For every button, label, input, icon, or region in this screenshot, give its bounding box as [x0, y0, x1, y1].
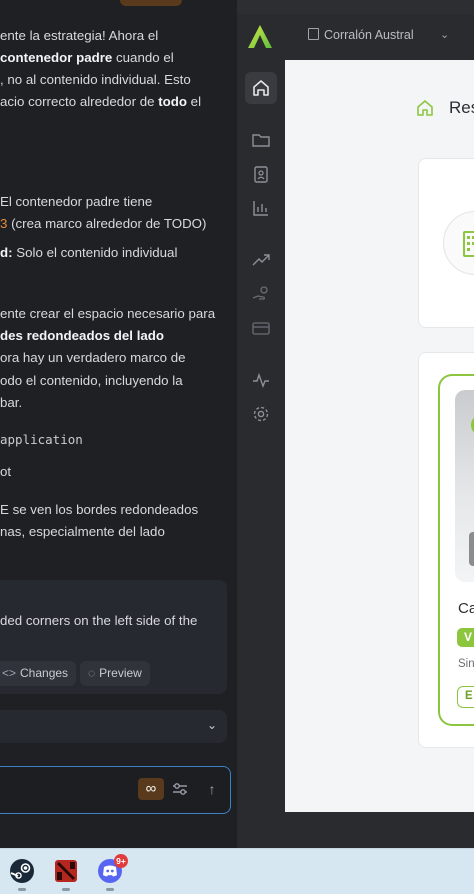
chat-text-segment: application [0, 432, 83, 447]
gear-icon[interactable] [251, 404, 271, 424]
stats-card [418, 158, 474, 328]
preview-icon: ◌ [88, 666, 96, 680]
chat-text-segment: des redondeados del lado [0, 328, 165, 343]
id-badge-icon[interactable] [251, 164, 271, 184]
chat-line: nas, especialmente del lado [0, 521, 232, 544]
chat-text-segment: ot [0, 464, 12, 479]
folder-icon[interactable] [251, 130, 271, 150]
sidebar-item-home[interactable] [245, 72, 277, 104]
item-subtitle: Sin [458, 658, 474, 670]
chat-text-segment: acio correcto alrededor de [0, 94, 159, 109]
chat-line: acio correcto alrededor de todo el [0, 91, 232, 114]
trending-up-icon[interactable] [251, 250, 271, 270]
home-icon [253, 80, 269, 96]
chat-text-segment: el [186, 94, 202, 109]
changes-button[interactable]: <> Changes [0, 661, 77, 686]
steam-icon[interactable] [9, 858, 35, 884]
organization-selector[interactable]: Corralón Austral [308, 28, 414, 42]
chat-line: , no al contenido individual. Esto [0, 69, 232, 92]
hand-coins-icon[interactable] [251, 284, 271, 304]
taskbar-running-indicator [62, 888, 70, 891]
chat-text-segment: odo el contenido, incluyendo la [0, 373, 183, 388]
chat-line: bar. [0, 392, 232, 415]
chat-line: 3 (crea marco alrededor de TODO) [0, 213, 232, 236]
infinity-mode-button[interactable]: ∞ [138, 778, 164, 800]
chat-line: ente crear el espacio necesario para [0, 303, 232, 326]
chat-text-segment: , no al contenido individual. Esto [0, 72, 191, 87]
edit-button[interactable]: E [457, 686, 474, 708]
chat-line: E se ven los bordes redondeados [0, 499, 232, 522]
page-title: Res [449, 98, 474, 117]
main-content: Res Ca V Sin [285, 60, 474, 812]
chat-panel: ente la estrategia! Ahora el contenedor … [0, 0, 237, 848]
taskbar-running-indicator [106, 888, 114, 891]
chat-text-segment: E se ven los bordes redondeados [0, 502, 199, 517]
code-icon: <> [2, 666, 17, 680]
prompt-card[interactable]: ded corners on the left side of the <> Ch… [0, 580, 227, 694]
chat-text-segment: ora hay un verdadero marco de [0, 350, 186, 365]
app-sidebar [237, 60, 285, 848]
preview-button[interactable]: ◌ Preview [80, 661, 150, 686]
chat-text-segment: cuando el [112, 50, 174, 65]
org-name: Corralón Austral [324, 28, 414, 42]
building-icon [463, 231, 474, 257]
chat-text-segment: ente crear el espacio necesario para [0, 306, 216, 321]
settings-sliders-icon[interactable] [171, 778, 189, 800]
status-badge: V [457, 628, 474, 647]
chat-line: ot [0, 461, 232, 484]
send-arrow-icon[interactable]: ↑ [203, 778, 221, 800]
icon-circle [443, 211, 474, 275]
chat-text-segment: Solo el contenido individual [12, 245, 178, 260]
app-window: Corralón Austral ⌄ Re Ca V Sin E [237, 0, 474, 848]
notification-badge: 9+ [114, 854, 128, 868]
chat-top-button[interactable] [120, 0, 182, 6]
building-icon [308, 28, 319, 40]
prompt-text: ded corners on the left side of the [0, 613, 198, 628]
chevron-down-icon[interactable]: ⌄ [440, 28, 449, 41]
chat-text-segment: ente la estrategia! Ahora el [0, 28, 159, 43]
chat-line: d: Solo el contenido individual [0, 242, 232, 265]
chat-line: ente la estrategia! Ahora el [0, 25, 232, 48]
chat-line: application [0, 429, 232, 452]
chat-text-segment: nas, especialmente del lado [0, 524, 165, 539]
home-icon [417, 100, 433, 116]
activity-icon[interactable] [251, 370, 271, 390]
bar-chart-icon[interactable] [251, 198, 271, 218]
chevron-down-icon[interactable]: ⌄ [207, 718, 217, 732]
taskbar-running-indicator [18, 888, 26, 891]
changes-label: Changes [20, 666, 69, 680]
collapsible-bar[interactable]: ⌄ [0, 710, 227, 743]
app-bottom-bar [285, 812, 474, 848]
chat-line: El contenedor padre tiene [0, 191, 232, 214]
item-card[interactable]: Ca V Sin E [438, 374, 474, 726]
chat-line: odo el contenido, incluyendo la [0, 370, 232, 393]
chat-text-segment: bar. [0, 395, 23, 410]
taskbar: 9+ [0, 848, 474, 894]
chat-line: des redondeados del lado [0, 325, 232, 348]
image-tag [469, 532, 474, 566]
chat-text-segment: (crea marco alrededor de TODO) [7, 216, 207, 231]
chat-line: ora hay un verdadero marco de [0, 347, 232, 370]
app-topbar: Corralón Austral ⌄ [237, 14, 474, 60]
chat-input[interactable]: ∞ ↑ [0, 766, 231, 814]
chat-text-segment: d: [0, 245, 13, 260]
preview-label: Preview [99, 666, 142, 680]
item-title: Ca [458, 600, 474, 617]
dota-icon[interactable] [53, 858, 79, 884]
item-image [455, 390, 474, 582]
chat-line: contenedor padre cuando el [0, 47, 232, 70]
brand-logo-icon[interactable] [245, 22, 275, 52]
chat-text-segment: El contenedor padre tiene [0, 194, 153, 209]
top-strip [237, 0, 474, 14]
credit-card-icon[interactable] [251, 318, 271, 338]
chat-text-segment: todo [158, 94, 187, 109]
chat-text-segment: contenedor padre [0, 50, 113, 65]
items-card: Ca V Sin E [418, 352, 474, 748]
